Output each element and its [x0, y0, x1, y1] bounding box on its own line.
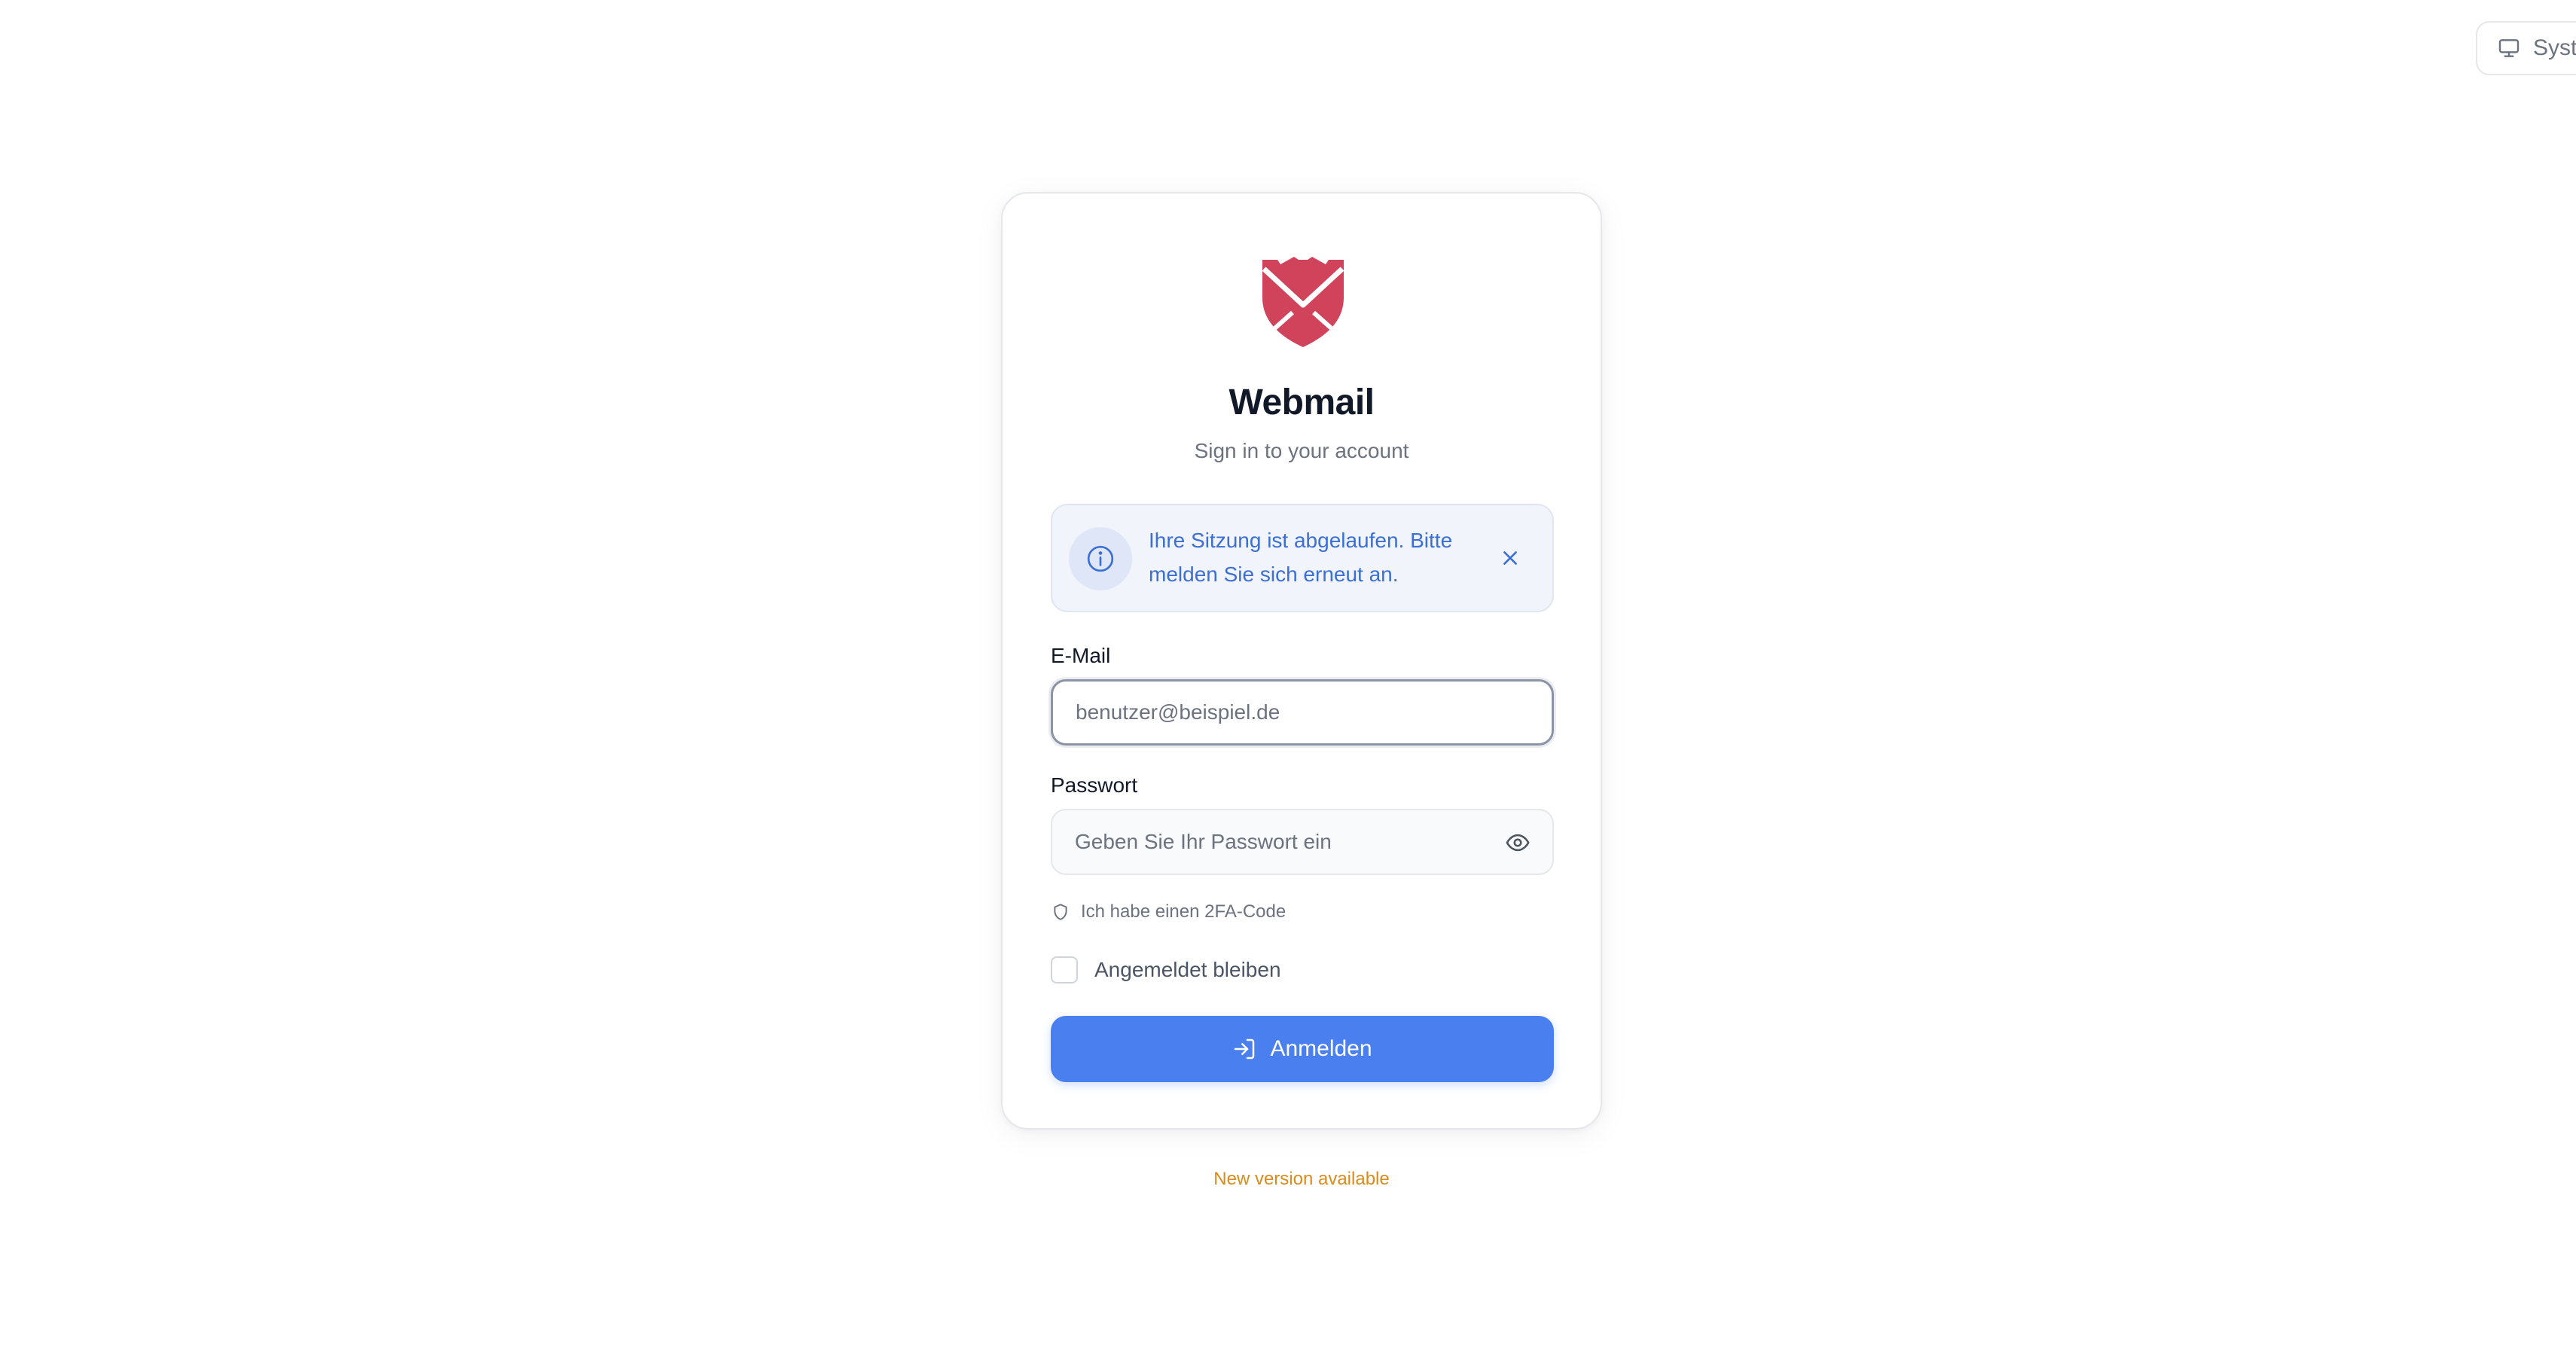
password-input[interactable] — [1051, 809, 1554, 875]
login-page: System Webmail Sign in to your account I… — [0, 0, 2576, 1357]
alert-close-button[interactable] — [1497, 544, 1524, 572]
monitor-icon — [2498, 39, 2520, 57]
app-subtitle: Sign in to your account — [1194, 439, 1409, 462]
email-input[interactable] — [1051, 679, 1554, 746]
info-icon — [1087, 545, 1114, 572]
shield-icon — [1054, 904, 1067, 920]
remember-me-label: Angemeldet bleiben — [1094, 958, 1281, 981]
new-version-link[interactable]: New version available — [1001, 1169, 1602, 1190]
session-expired-alert: Ihre Sitzung ist abgelaufen. Bitte melde… — [1051, 504, 1554, 612]
alert-icon-badge — [1069, 527, 1132, 590]
sign-in-label: Anmelden — [1270, 1036, 1372, 1061]
theme-toggle-button[interactable]: System — [2476, 21, 2576, 75]
tfa-link[interactable]: Ich habe einen 2FA-Code — [1051, 901, 1286, 922]
login-card: Webmail Sign in to your account Ihre Sit… — [1001, 192, 1602, 1130]
password-label: Passwort — [1051, 773, 1138, 797]
theme-toggle-label: System — [2533, 35, 2576, 60]
shield-envelope-logo — [1262, 257, 1344, 347]
close-icon — [1503, 551, 1517, 565]
email-label: E-Mail — [1051, 644, 1111, 667]
remember-me-checkbox[interactable] — [1051, 956, 1078, 983]
alert-message: Ihre Sitzung ist abgelaufen. Bitte melde… — [1149, 529, 1453, 586]
sign-in-button[interactable]: Anmelden — [1051, 1016, 1554, 1082]
tfa-label: Ich habe einen 2FA-Code — [1081, 901, 1286, 922]
app-title: Webmail — [1228, 383, 1375, 422]
sign-in-icon — [1235, 1038, 1255, 1060]
eye-icon[interactable] — [1505, 830, 1531, 855]
remember-me-row[interactable]: Angemeldet bleiben — [1051, 956, 1281, 983]
